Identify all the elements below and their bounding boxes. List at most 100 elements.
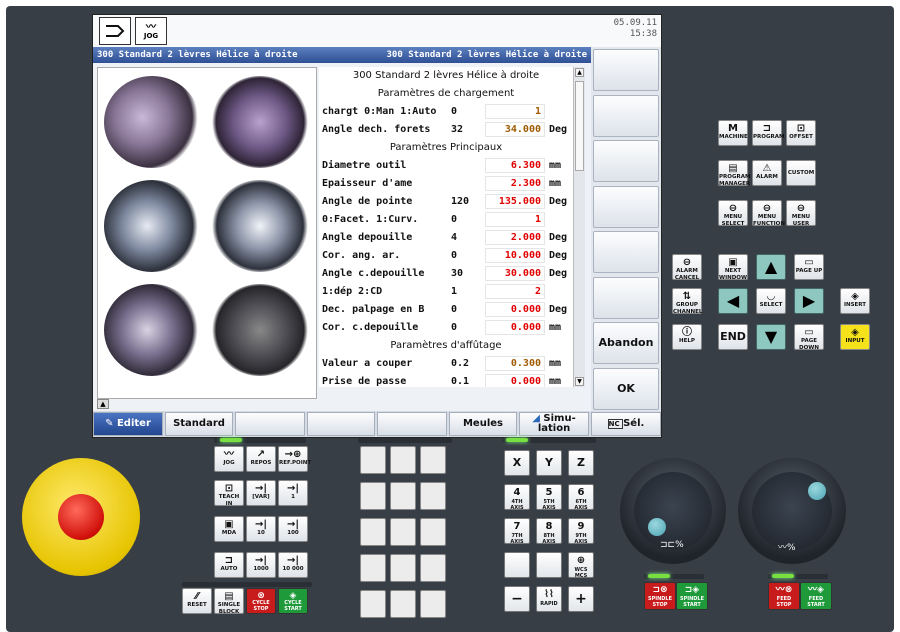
expand-up-arrow-icon[interactable]: ▲: [97, 399, 109, 409]
cycle-start-key[interactable]: ◈ CYCLE START: [278, 588, 308, 614]
blank-key[interactable]: [360, 590, 386, 618]
softkey-empty[interactable]: [593, 231, 659, 273]
inc-10-key[interactable]: →| 10: [246, 516, 276, 542]
parameter-row[interactable]: Angle dech. forets 32 34.000 Deg: [319, 121, 573, 139]
minus-key[interactable]: −: [504, 586, 530, 612]
spindle-start-key[interactable]: ⊐◈ SPINDLE START: [676, 582, 708, 610]
parameter-row[interactable]: chargt 0:Man 1:Auto 0 1: [319, 103, 573, 121]
spindle-override-dial[interactable]: ⊐⊏%: [620, 458, 726, 564]
parameter-value-field[interactable]: 0.300: [485, 356, 545, 371]
next-window-key[interactable]: ▣ NEXT WINDOW: [718, 254, 748, 281]
scroll-up-arrow-icon[interactable]: ▲: [575, 68, 584, 77]
input-key[interactable]: ◈ INPUT: [840, 324, 870, 350]
plus-key[interactable]: +: [568, 586, 594, 612]
parameter-row[interactable]: Diametre outil 6.300 mm: [319, 157, 573, 175]
axis-4-key[interactable]: 4 4TH AXIS: [504, 484, 530, 511]
end-key[interactable]: END: [718, 324, 748, 350]
parameter-row[interactable]: 1:dép 2:CD 1 2: [319, 283, 573, 301]
blank-key[interactable]: [420, 590, 446, 618]
parameter-row[interactable]: Angle c.depouille 30 30.000 Deg: [319, 265, 573, 283]
refpoint-key[interactable]: →⊕ REF.POINT: [278, 446, 311, 472]
inc-100-key[interactable]: →| 100: [278, 516, 308, 542]
softkey-sél.[interactable]: NC Sél.: [591, 412, 661, 436]
group-channel-key[interactable]: ⇅ GROUP CHANNEL: [672, 288, 702, 315]
parameter-value-field[interactable]: 1: [485, 104, 545, 119]
help-key[interactable]: ⓘ HELP: [672, 324, 702, 350]
blank-key[interactable]: [390, 554, 416, 582]
parameter-value-field[interactable]: 0.000: [485, 302, 545, 317]
axis-y-key[interactable]: Y: [536, 450, 562, 476]
blank-key[interactable]: [420, 518, 446, 546]
axis-8-key[interactable]: 8 8TH AXIS: [536, 518, 562, 545]
parameter-row[interactable]: Prise de passe 0.1 0.000 mm: [319, 373, 573, 387]
blank-key[interactable]: [360, 554, 386, 582]
vertical-scrollbar[interactable]: ▲ ▼: [573, 67, 585, 387]
feed-stop-key[interactable]: 〰⊗ FEED STOP: [768, 582, 800, 610]
feed-start-key[interactable]: 〰◈ FEED START: [800, 582, 832, 610]
blank-key[interactable]: [360, 482, 386, 510]
softkey-meules[interactable]: Meules: [449, 412, 517, 436]
parameter-value-field[interactable]: 2: [485, 284, 545, 299]
blank-key[interactable]: [420, 554, 446, 582]
cursor-right-key[interactable]: ▶: [794, 288, 824, 314]
axis-z-key[interactable]: Z: [568, 450, 594, 476]
teach-in-key[interactable]: ⊡ TEACH IN: [214, 480, 244, 507]
parameter-value-field[interactable]: 34.000: [485, 122, 545, 137]
parameter-value-field[interactable]: 30.000: [485, 266, 545, 281]
softkey-empty[interactable]: [593, 94, 659, 137]
blank-key[interactable]: [390, 446, 416, 474]
parameter-value-field[interactable]: 135.000: [485, 194, 545, 209]
axis-5-key[interactable]: 5 5TH AXIS: [536, 484, 562, 511]
axis-6-key[interactable]: 6 6TH AXIS: [568, 484, 594, 511]
parameter-row[interactable]: Cor. ang. ar. 0 10.000 Deg: [319, 247, 573, 265]
blank-key[interactable]: [420, 446, 446, 474]
parameter-value-field[interactable]: 2.000: [485, 230, 545, 245]
spindle-stop-key[interactable]: ⊐⊗ SPINDLE STOP: [644, 582, 676, 610]
softkey-simulation[interactable]: ◢ Simu- lation: [519, 412, 589, 436]
feed-override-dial[interactable]: 〰%: [738, 458, 846, 564]
offset-key[interactable]: ⊡ OFFSET: [786, 120, 816, 146]
menu-user-key[interactable]: ⊖ MENU USER: [786, 200, 816, 227]
menu-select-key[interactable]: ⊖ MENU SELECT: [718, 200, 748, 227]
inc-10000-key[interactable]: →| 10 000: [278, 552, 308, 578]
insert-key[interactable]: ◈ INSERT: [840, 288, 870, 314]
menu-function-key[interactable]: ⊖ MENU FUNCTION: [752, 200, 785, 227]
blank-key[interactable]: [360, 518, 386, 546]
parameter-list[interactable]: 300 Standard 2 lèvres Hélice à droite Par…: [319, 67, 585, 387]
softkey-empty[interactable]: [235, 412, 305, 436]
parameter-value-field[interactable]: 10.000: [485, 248, 545, 263]
softkey-empty[interactable]: [593, 49, 659, 91]
parameter-value-field[interactable]: 2.300: [485, 176, 545, 191]
softkey-empty[interactable]: [307, 412, 375, 436]
softkey-empty[interactable]: [593, 140, 659, 182]
parameter-value-field[interactable]: 0.000: [485, 320, 545, 335]
softkey-empty[interactable]: [593, 185, 659, 228]
blank-key[interactable]: [536, 552, 562, 578]
cursor-down-key[interactable]: ▼: [756, 324, 786, 350]
inc-1-key[interactable]: →| 1: [278, 480, 308, 506]
alarm-key[interactable]: ⚠ ALARM: [752, 160, 782, 186]
mda-key[interactable]: ▣ MDA: [214, 516, 244, 542]
parameter-row[interactable]: Dec. palpage en B 0 0.000 Deg: [319, 301, 573, 319]
wcs-mcs-key[interactable]: ⊕ WCS MCS: [568, 552, 594, 579]
page-down-key[interactable]: ▭ PAGE DOWN: [794, 324, 824, 351]
machine-key[interactable]: M MACHINE: [718, 120, 748, 146]
blank-key[interactable]: [390, 482, 416, 510]
softkey-standard[interactable]: Standard: [165, 412, 233, 436]
var-key[interactable]: →| [VAR]: [246, 480, 276, 506]
emergency-stop-button[interactable]: [58, 494, 104, 540]
axis-9-key[interactable]: 9 9TH AXIS: [568, 518, 594, 545]
softkey-editer[interactable]: ✎ Editer: [93, 412, 163, 436]
auto-key[interactable]: ⊐ AUTO: [214, 552, 244, 578]
parameter-row[interactable]: Angle depouille 4 2.000 Deg: [319, 229, 573, 247]
select-key[interactable]: ◡ SELECT: [756, 288, 786, 314]
parameter-row[interactable]: Angle de pointe 120 135.000 Deg: [319, 193, 573, 211]
single-block-key[interactable]: ▤ SINGLE BLOCK: [214, 588, 244, 615]
parameter-value-field[interactable]: 6.300: [485, 158, 545, 173]
page-up-key[interactable]: ▭ PAGE UP: [794, 254, 824, 280]
parameter-row[interactable]: Cor. c.depouille 0 0.000 mm: [319, 319, 573, 337]
blank-key[interactable]: [390, 590, 416, 618]
parameter-row[interactable]: Valeur a couper 0.2 0.300 mm: [319, 355, 573, 373]
softkey-empty[interactable]: [593, 276, 659, 319]
axis-7-key[interactable]: 7 7TH AXIS: [504, 518, 530, 545]
